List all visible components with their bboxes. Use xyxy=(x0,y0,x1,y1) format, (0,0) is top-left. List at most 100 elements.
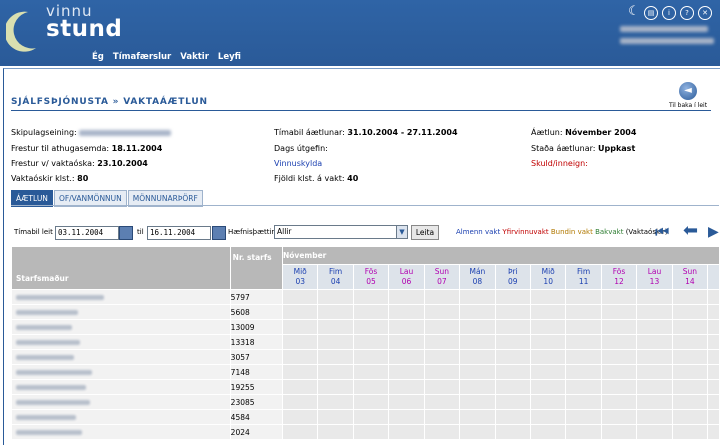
shift-cell[interactable] xyxy=(317,424,354,440)
shift-cell[interactable] xyxy=(671,379,709,395)
calendar-to-icon[interactable] xyxy=(212,226,226,240)
shift-cell[interactable] xyxy=(671,394,709,410)
shift-cell[interactable] xyxy=(707,379,720,395)
shift-cell[interactable] xyxy=(281,379,319,395)
shift-cell[interactable] xyxy=(636,304,673,320)
shift-cell[interactable] xyxy=(352,289,390,305)
shift-cell[interactable] xyxy=(636,349,673,365)
skuld-link[interactable]: Skuld/inneign: xyxy=(531,159,588,168)
shift-cell[interactable] xyxy=(707,304,720,320)
close-icon[interactable]: ✕ xyxy=(698,6,712,20)
shift-cell[interactable] xyxy=(388,289,425,305)
shift-cell[interactable] xyxy=(494,364,531,380)
shift-cell[interactable] xyxy=(529,319,567,335)
shift-cell[interactable] xyxy=(600,349,638,365)
shift-cell[interactable] xyxy=(494,424,531,440)
shift-cell[interactable] xyxy=(423,364,461,380)
shift-cell[interactable] xyxy=(281,304,319,320)
nav-vaktir[interactable]: Vaktir xyxy=(180,52,209,62)
shift-cell[interactable] xyxy=(707,364,720,380)
shift-cell[interactable] xyxy=(459,394,496,410)
staff-name-redacted[interactable] xyxy=(11,379,231,395)
shift-cell[interactable] xyxy=(317,379,354,395)
shift-cell[interactable] xyxy=(565,409,602,425)
shift-cell[interactable] xyxy=(636,334,673,350)
shift-cell[interactable] xyxy=(388,304,425,320)
shift-cell[interactable] xyxy=(281,289,319,305)
shift-cell[interactable] xyxy=(529,349,567,365)
shift-cell[interactable] xyxy=(459,364,496,380)
shift-cell[interactable] xyxy=(494,334,531,350)
staff-name-redacted[interactable] xyxy=(11,349,231,365)
shift-cell[interactable] xyxy=(636,319,673,335)
shift-cell[interactable] xyxy=(671,349,709,365)
shift-cell[interactable] xyxy=(529,334,567,350)
shift-cell[interactable] xyxy=(707,394,720,410)
shift-cell[interactable] xyxy=(352,394,390,410)
nav-leyfi[interactable]: Leyfi xyxy=(218,52,241,62)
shift-cell[interactable] xyxy=(388,424,425,440)
shift-cell[interactable] xyxy=(636,379,673,395)
shift-cell[interactable] xyxy=(423,349,461,365)
shift-cell[interactable] xyxy=(494,349,531,365)
shift-cell[interactable] xyxy=(388,364,425,380)
shift-cell[interactable] xyxy=(671,424,709,440)
shift-cell[interactable] xyxy=(565,364,602,380)
shift-cell[interactable] xyxy=(281,319,319,335)
shift-cell[interactable] xyxy=(317,364,354,380)
shift-cell[interactable] xyxy=(423,379,461,395)
shift-cell[interactable] xyxy=(636,394,673,410)
shift-cell[interactable] xyxy=(352,424,390,440)
shift-cell[interactable] xyxy=(600,424,638,440)
shift-cell[interactable] xyxy=(423,304,461,320)
shift-cell[interactable] xyxy=(423,424,461,440)
shift-cell[interactable] xyxy=(317,304,354,320)
shift-cell[interactable] xyxy=(352,409,390,425)
shift-cell[interactable] xyxy=(281,364,319,380)
shift-cell[interactable] xyxy=(707,319,720,335)
shift-cell[interactable] xyxy=(317,334,354,350)
staff-name-redacted[interactable] xyxy=(11,394,231,410)
shift-cell[interactable] xyxy=(600,304,638,320)
shift-cell[interactable] xyxy=(600,364,638,380)
shift-cell[interactable] xyxy=(565,319,602,335)
shift-cell[interactable] xyxy=(423,319,461,335)
shift-cell[interactable] xyxy=(281,424,319,440)
shift-cell[interactable] xyxy=(494,289,531,305)
shift-cell[interactable] xyxy=(423,289,461,305)
shift-cell[interactable] xyxy=(459,349,496,365)
shift-cell[interactable] xyxy=(636,409,673,425)
shift-cell[interactable] xyxy=(281,334,319,350)
shift-cell[interactable] xyxy=(494,409,531,425)
haefni-select[interactable]: Allir xyxy=(274,225,408,239)
shift-cell[interactable] xyxy=(671,409,709,425)
shift-cell[interactable] xyxy=(352,304,390,320)
shift-cell[interactable] xyxy=(459,424,496,440)
vinnuskylda-link[interactable]: Vinnuskylda xyxy=(274,159,322,168)
first-page-icon[interactable]: ⏮ xyxy=(655,222,669,242)
shift-cell[interactable] xyxy=(494,379,531,395)
shift-cell[interactable] xyxy=(671,289,709,305)
shift-cell[interactable] xyxy=(459,304,496,320)
shift-cell[interactable] xyxy=(707,334,720,350)
shift-cell[interactable] xyxy=(281,394,319,410)
nav-eg[interactable]: Ég xyxy=(92,52,104,62)
shift-cell[interactable] xyxy=(707,409,720,425)
shift-cell[interactable] xyxy=(352,364,390,380)
prev-page-icon[interactable]: ⬅ xyxy=(683,220,698,241)
shift-cell[interactable] xyxy=(565,334,602,350)
shift-cell[interactable] xyxy=(600,319,638,335)
shift-cell[interactable] xyxy=(423,394,461,410)
shift-cell[interactable] xyxy=(352,334,390,350)
shift-cell[interactable] xyxy=(600,394,638,410)
shift-cell[interactable] xyxy=(565,379,602,395)
back-button[interactable]: ◄ Til baka í leit xyxy=(666,82,710,109)
shift-cell[interactable] xyxy=(600,334,638,350)
date-to-input[interactable]: 16.11.2004 xyxy=(147,226,211,240)
shift-cell[interactable] xyxy=(565,304,602,320)
shift-cell[interactable] xyxy=(388,394,425,410)
shift-cell[interactable] xyxy=(281,409,319,425)
shift-cell[interactable] xyxy=(388,409,425,425)
shift-cell[interactable] xyxy=(565,349,602,365)
shift-cell[interactable] xyxy=(281,349,319,365)
